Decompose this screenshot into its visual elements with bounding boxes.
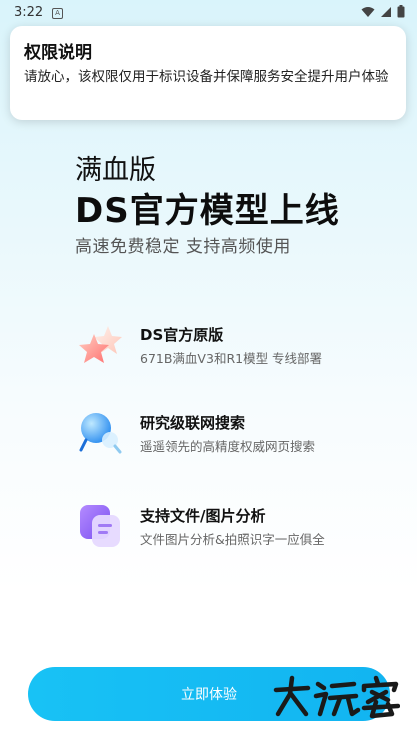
globe-search-icon — [79, 413, 122, 454]
feature-title: 支持文件/图片分析 — [140, 507, 266, 525]
dialog-title: 权限说明 — [24, 43, 92, 63]
status-icons — [361, 5, 405, 18]
permission-dialog: 权限说明 请放心，该权限仅用于标识设备并保障服务安全提升用户体验 — [10, 26, 406, 120]
feature-item-official: DS官方原版 671B满血V3和R1模型 专线部署 — [78, 322, 378, 372]
feature-desc: 遥遥领先的高精度权威网页搜索 — [140, 439, 316, 454]
signal-icon — [381, 6, 391, 17]
status-bar: 3:22 A — [0, 0, 417, 26]
document-icon — [80, 505, 120, 547]
status-time: 3:22 — [14, 5, 44, 20]
battery-icon — [397, 5, 405, 18]
dialog-body: 请放心，该权限仅用于标识设备并保障服务安全提升用户体验 — [24, 69, 389, 85]
hero-subtitle: 满血版 — [75, 155, 156, 186]
feature-item-search: 研究级联网搜索 遥遥领先的高精度权威网页搜索 — [78, 410, 378, 460]
feature-desc: 671B满血V3和R1模型 专线部署 — [140, 351, 323, 366]
star-icon — [79, 326, 122, 363]
feature-desc: 文件图片分析&拍照识字一应俱全 — [140, 532, 325, 547]
feature-item-file-analysis: 支持文件/图片分析 文件图片分析&拍照识字一应俱全 — [78, 503, 378, 553]
notification-icon: A — [52, 8, 63, 19]
wifi-icon — [361, 6, 375, 17]
feature-title: DS官方原版 — [140, 326, 224, 344]
hero-tagline: 高速免费稳定 支持高频使用 — [75, 237, 291, 257]
hero-title: DS官方模型上线 — [75, 191, 340, 231]
watermark-logo-icon — [273, 675, 400, 719]
feature-title: 研究级联网搜索 — [140, 414, 246, 432]
